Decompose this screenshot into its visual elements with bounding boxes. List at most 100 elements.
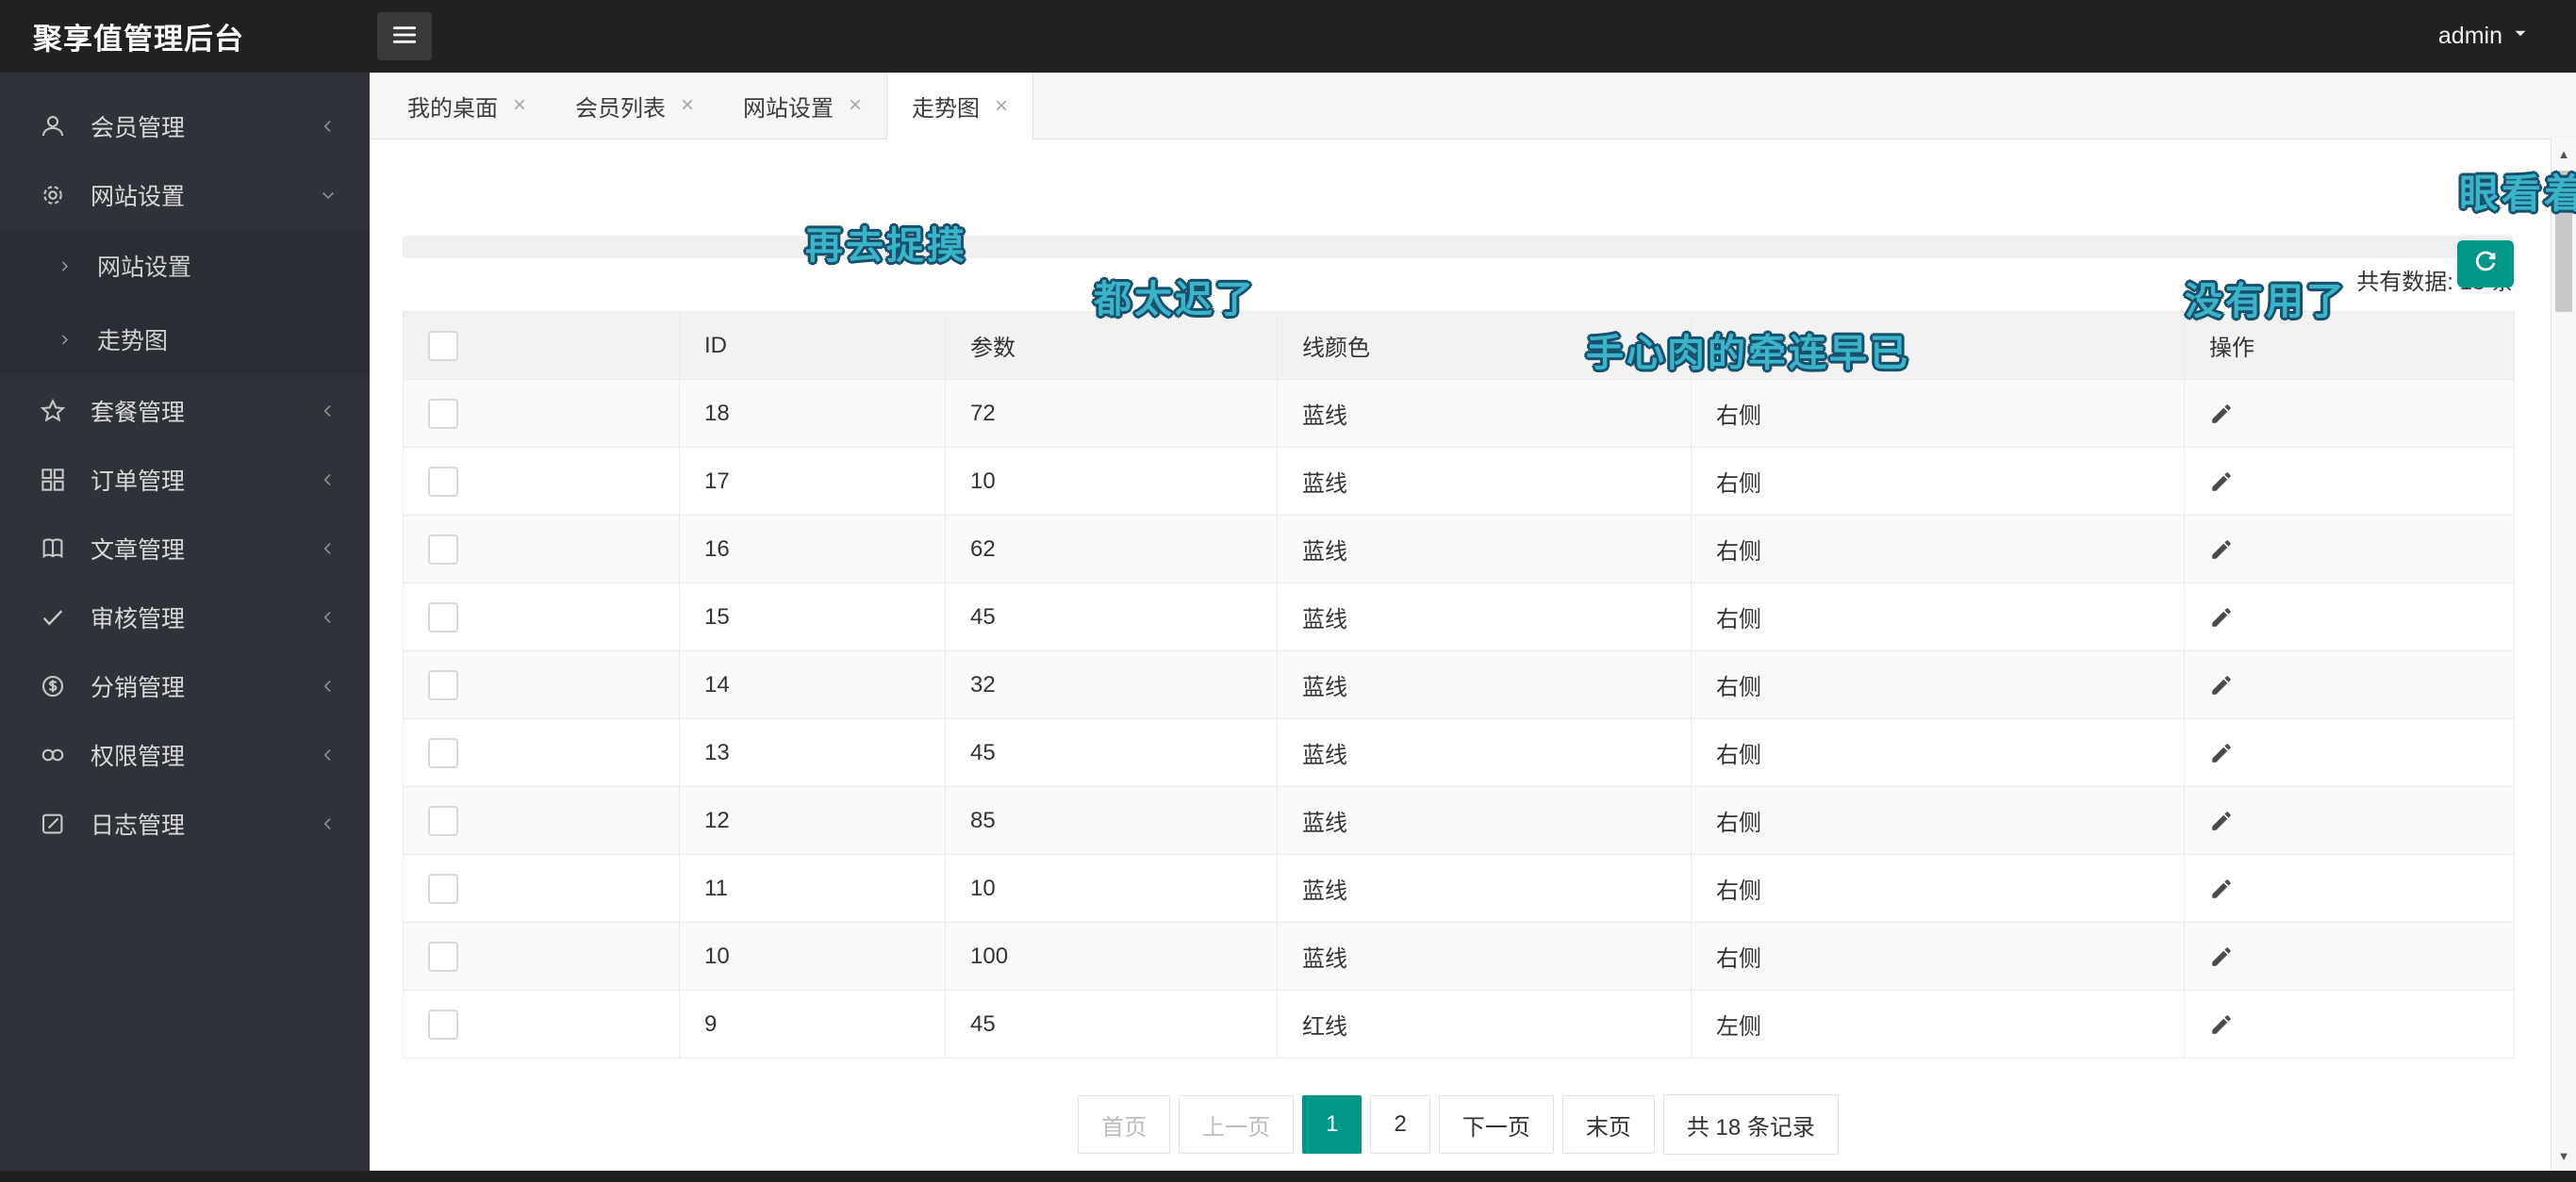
cell-param: 10 — [946, 448, 1278, 516]
tab-close-icon[interactable]: × — [681, 94, 694, 117]
sidebar-item-articles[interactable]: 文章管理 — [0, 514, 370, 583]
tab-close-icon[interactable]: × — [995, 95, 1008, 118]
data-table: ID 参数 线颜色 操作 18 72 蓝线 右侧 — [403, 311, 2515, 1059]
overlay-lyric: 都太迟了 — [1094, 269, 1256, 323]
cell-id: 13 — [680, 719, 946, 787]
refresh-icon — [2471, 249, 2500, 280]
cell-position: 右侧 — [1692, 380, 2185, 448]
cell-position: 右侧 — [1692, 923, 2185, 991]
row-checkbox[interactable] — [428, 399, 458, 429]
page-1-button[interactable]: 1 — [1302, 1095, 1362, 1154]
select-all-checkbox[interactable] — [428, 331, 458, 361]
edit-button[interactable] — [2209, 944, 2234, 969]
page-2-button[interactable]: 2 — [1370, 1095, 1429, 1154]
edit-button[interactable] — [2209, 469, 2234, 494]
tab-bar: 我的桌面 × 会员列表 × 网站设置 × 走势图 × — [370, 73, 2576, 140]
sidebar-item-label: 日志管理 — [91, 807, 185, 841]
cell-param: 100 — [946, 923, 1278, 991]
sidebar-item-distribution[interactable]: 分销管理 — [0, 651, 370, 720]
chevron-right-icon — [57, 332, 73, 348]
scroll-down-arrow-icon[interactable]: ▼ — [2551, 1142, 2576, 1169]
sidebar-subitem-trend-chart[interactable]: 走势图 — [0, 303, 370, 376]
sidebar-item-orders[interactable]: 订单管理 — [0, 445, 370, 514]
sidebar-item-label: 网站设置 — [91, 178, 185, 212]
chevron-left-icon — [319, 117, 338, 136]
pencil-icon — [2212, 472, 2230, 491]
edit-button[interactable] — [2209, 537, 2234, 562]
edit-button[interactable] — [2209, 402, 2234, 426]
edit-button[interactable] — [2209, 741, 2234, 765]
row-checkbox[interactable] — [428, 738, 458, 768]
tab-label: 会员列表 — [575, 90, 666, 123]
sidebar-submenu: 网站设置 走势图 — [0, 229, 370, 376]
sidebar-item-label: 审核管理 — [91, 600, 185, 634]
vertical-scrollbar[interactable]: ▲ ▼ — [2551, 139, 2576, 1182]
tab-label: 网站设置 — [743, 90, 834, 123]
sidebar-item-permissions[interactable]: 权限管理 — [0, 720, 370, 789]
cell-id: 14 — [680, 651, 946, 719]
cell-line-color: 蓝线 — [1278, 651, 1692, 719]
edit-button[interactable] — [2209, 809, 2234, 833]
page-last-button[interactable]: 末页 — [1562, 1095, 1655, 1154]
cell-line-color: 红线 — [1278, 991, 1692, 1059]
bottom-edge-strip — [0, 1171, 2576, 1182]
cell-position: 右侧 — [1692, 787, 2185, 855]
chevron-left-icon — [319, 814, 338, 833]
tab-site-settings[interactable]: 网站设置 × — [718, 73, 886, 139]
page-first-button[interactable]: 首页 — [1078, 1095, 1170, 1154]
cell-position: 右侧 — [1692, 516, 2185, 583]
grid-icon — [38, 465, 68, 495]
cell-position: 右侧 — [1692, 448, 2185, 516]
row-checkbox[interactable] — [428, 942, 458, 972]
cell-id: 15 — [680, 583, 946, 651]
sidebar-item-members[interactable]: 会员管理 — [0, 91, 370, 160]
edit-button[interactable] — [2209, 605, 2234, 630]
chevron-left-icon — [319, 470, 338, 489]
user-dropdown[interactable]: admin — [2438, 0, 2531, 73]
tab-close-icon[interactable]: × — [513, 94, 526, 117]
row-checkbox[interactable] — [428, 602, 458, 632]
cell-id: 11 — [680, 855, 946, 923]
table-row: 10 100 蓝线 右侧 — [404, 923, 2515, 991]
sidebar-item-packages[interactable]: 套餐管理 — [0, 376, 370, 445]
tab-close-icon[interactable]: × — [849, 94, 862, 117]
chevron-left-icon — [319, 746, 338, 764]
caret-down-icon — [2510, 23, 2531, 50]
row-checkbox[interactable] — [428, 534, 458, 565]
cell-id: 17 — [680, 448, 946, 516]
user-name: admin — [2438, 23, 2502, 50]
page-prev-button[interactable]: 上一页 — [1179, 1095, 1294, 1154]
cell-param: 32 — [946, 651, 1278, 719]
cell-line-color: 蓝线 — [1278, 448, 1692, 516]
cell-id: 9 — [680, 991, 946, 1059]
row-checkbox[interactable] — [428, 467, 458, 497]
tab-label: 我的桌面 — [407, 90, 498, 123]
edit-button[interactable] — [2209, 673, 2234, 698]
page-next-button[interactable]: 下一页 — [1439, 1095, 1554, 1154]
sidebar-item-label: 分销管理 — [91, 669, 185, 703]
cell-id: 16 — [680, 516, 946, 583]
row-checkbox[interactable] — [428, 806, 458, 836]
chevron-down-icon — [319, 186, 338, 205]
sidebar-item-label: 订单管理 — [91, 463, 185, 497]
row-checkbox[interactable] — [428, 1010, 458, 1040]
refresh-button[interactable] — [2457, 240, 2514, 287]
sidebar-item-label: 会员管理 — [91, 109, 185, 143]
row-checkbox[interactable] — [428, 670, 458, 700]
tab-member-list[interactable]: 会员列表 × — [551, 73, 718, 139]
edit-button[interactable] — [2209, 1012, 2234, 1037]
tab-trend-chart[interactable]: 走势图 × — [886, 73, 1033, 140]
sidebar-item-site-settings[interactable]: 网站设置 — [0, 160, 370, 229]
dollar-icon — [38, 671, 68, 701]
sidebar-item-audit[interactable]: 审核管理 — [0, 583, 370, 651]
edit-button[interactable] — [2209, 877, 2234, 901]
sidebar-item-logs[interactable]: 日志管理 — [0, 789, 370, 858]
row-checkbox[interactable] — [428, 874, 458, 904]
pencil-icon — [2212, 676, 2230, 695]
sidebar-toggle-button[interactable] — [377, 12, 432, 60]
app-root: 聚享值管理后台 admin 会员管理 — [0, 0, 2576, 1182]
sidebar-subitem-site-settings[interactable]: 网站设置 — [0, 229, 370, 303]
cell-line-color: 蓝线 — [1278, 719, 1692, 787]
tab-my-desktop[interactable]: 我的桌面 × — [383, 73, 551, 139]
pencil-icon — [2212, 404, 2230, 423]
